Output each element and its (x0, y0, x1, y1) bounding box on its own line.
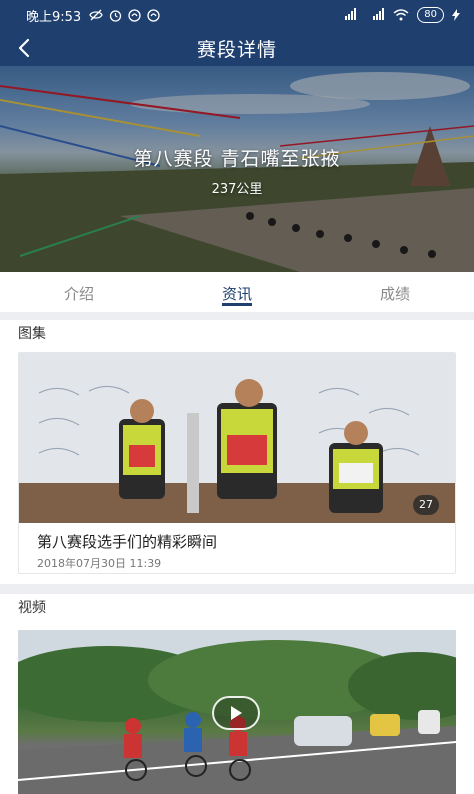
play-button[interactable] (212, 696, 260, 730)
gallery-heading: 图集 (18, 326, 46, 342)
gallery-card-title: 第八赛段选手们的精彩瞬间 (37, 533, 218, 551)
gallery-card-date: 2018年07月30日 11:39 (37, 557, 162, 570)
video-heading: 视频 (18, 600, 46, 616)
notification-icons (89, 8, 160, 22)
gallery-section: 图集 27 第八赛段选手们的精彩瞬间 2018年07月30日 11:39 (0, 320, 474, 584)
nav-bar: 赛段详情 (0, 30, 474, 66)
app-notify-icon (128, 8, 141, 22)
battery-indicator: 80 (417, 7, 444, 23)
stage-hero-banner: 第八赛段 青石嘴至张掖 237公里 (0, 66, 474, 272)
tab-results[interactable]: 成绩 (316, 272, 474, 312)
back-button[interactable] (10, 34, 38, 62)
tab-bar: 介绍 资讯 成绩 (0, 272, 474, 312)
signal-1 (337, 7, 357, 23)
gallery-card-photo: 27 (19, 353, 455, 523)
status-right: 80 (337, 7, 460, 23)
stage-distance: 237公里 (211, 182, 263, 197)
video-thumbnail[interactable] (18, 630, 456, 794)
divider-2 (0, 584, 474, 594)
eye-slash-icon (89, 9, 103, 21)
page-title: 赛段详情 (196, 38, 277, 61)
photo-count-badge: 27 (413, 495, 439, 515)
chevron-left-icon (18, 38, 30, 58)
gallery-card[interactable]: 27 第八赛段选手们的精彩瞬间 2018年07月30日 11:39 (18, 352, 456, 574)
signal-icon (345, 7, 357, 20)
signal-2 (365, 7, 385, 23)
status-time: 晚上9:53 (26, 9, 82, 25)
app-notify-icon-2 (147, 8, 160, 22)
divider (0, 312, 474, 320)
tab-news[interactable]: 资讯 (158, 272, 316, 312)
charging-icon (452, 9, 460, 21)
tab-intro[interactable]: 介绍 (0, 272, 158, 312)
status-left: 晚上9:53 (26, 6, 160, 25)
play-icon (231, 706, 242, 720)
video-section: 视频 (0, 594, 474, 794)
wifi-icon (393, 9, 409, 21)
signal-icon-2 (373, 7, 385, 20)
status-bar: 晚上9:53 80 (0, 0, 474, 30)
stage-title: 第八赛段 青石嘴至张掖 (133, 148, 341, 170)
gallery-photo (19, 353, 455, 523)
alarm-icon (110, 9, 122, 22)
